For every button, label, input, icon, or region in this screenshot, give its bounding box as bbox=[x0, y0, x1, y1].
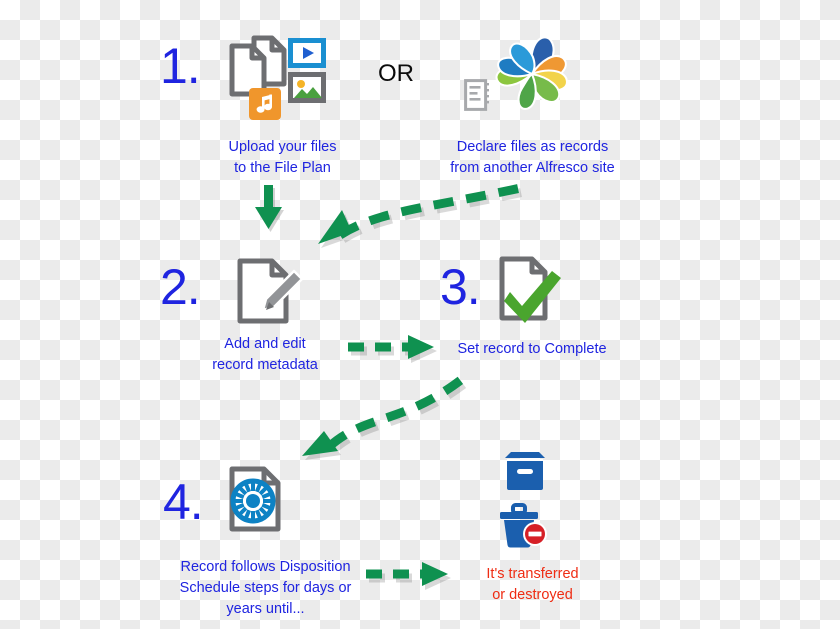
alfresco-logo-icon bbox=[491, 31, 573, 117]
alternate-branch-caption-line-1: Declare files as records bbox=[456, 139, 609, 155]
alternate-branch-caption-line-2: from another Alfresco site bbox=[450, 160, 615, 176]
step-1-caption-line-1: Upload your files bbox=[228, 139, 337, 155]
music-file-icon bbox=[249, 88, 281, 120]
step-2-caption-line-1: Add and edit bbox=[224, 336, 306, 352]
trash-delete-icon bbox=[498, 503, 550, 551]
document-edit-icon bbox=[236, 258, 308, 326]
arrow-down-step1-to-step2 bbox=[250, 185, 294, 240]
step-3-number: 3. bbox=[440, 259, 481, 315]
step-4-caption-line-1: Record follows Disposition bbox=[180, 559, 351, 575]
ledger-icon bbox=[464, 79, 492, 111]
image-file-icon bbox=[288, 72, 326, 104]
arrow-curved-alfresco-to-step2 bbox=[300, 180, 540, 250]
video-file-icon bbox=[288, 38, 326, 68]
step-4-caption-line-2: Schedule steps for days or bbox=[179, 580, 352, 596]
archive-box-icon bbox=[503, 450, 547, 492]
outcome-caption-line-2: or destroyed bbox=[492, 587, 573, 603]
step-1-caption-line-2: to the File Plan bbox=[234, 160, 331, 176]
step-4-number: 4. bbox=[163, 474, 204, 530]
document-gear-icon bbox=[228, 466, 290, 532]
step-4-caption-line-3: years until... bbox=[226, 601, 305, 617]
document-check-icon bbox=[498, 256, 566, 323]
or-label: OR bbox=[378, 60, 414, 87]
step-3-caption-line-1: Set record to Complete bbox=[457, 341, 607, 357]
step-2-number: 2. bbox=[160, 259, 201, 315]
diagram-canvas: 1. Upload your files to the File Plan OR… bbox=[0, 0, 840, 629]
arrow-step4-to-outcome bbox=[366, 560, 474, 594]
arrow-curved-step3-to-step4 bbox=[296, 362, 496, 462]
step-1-number: 1. bbox=[160, 38, 201, 94]
outcome-caption-line-1: It's transferred bbox=[486, 566, 579, 582]
